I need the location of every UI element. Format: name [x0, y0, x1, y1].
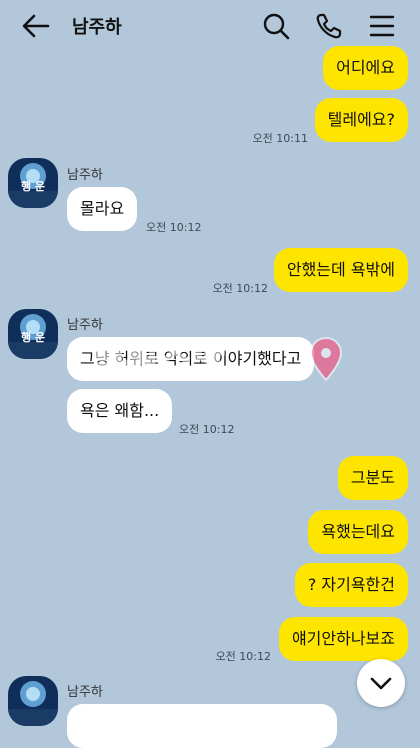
- message-timestamp: 오전 10:12: [146, 221, 202, 234]
- my-message-bubble[interactable]: 욕했는데요: [308, 510, 408, 554]
- their-message-bubble[interactable]: 욕은 왜함...: [67, 389, 173, 433]
- chevron-down-icon: [370, 677, 392, 690]
- scroll-to-bottom-button[interactable]: [357, 659, 405, 707]
- my-message-bubble[interactable]: ? 자기욕한건: [294, 563, 408, 607]
- sender-name: 남주하: [67, 318, 103, 333]
- message-timestamp: 오전 10:12: [179, 423, 235, 436]
- their-message-bubble[interactable]: 그냥 허위로 악의로 이야기했다고: [67, 337, 315, 381]
- chat-header: 남주하: [0, 0, 420, 52]
- avatar[interactable]: 행 운: [8, 158, 58, 208]
- my-message-bubble[interactable]: 얘기안하나보죠: [278, 617, 408, 661]
- message-timestamp: 오전 10:12: [212, 282, 268, 295]
- svg-text:행 운: 행 운: [21, 330, 45, 344]
- chat-title[interactable]: 남주하: [72, 13, 122, 39]
- my-message-bubble[interactable]: 어디에요: [323, 46, 408, 90]
- their-message-bubble[interactable]: [67, 704, 337, 748]
- their-message-bubble[interactable]: 몰라요: [67, 187, 138, 231]
- arrow-left-icon[interactable]: [20, 12, 52, 40]
- my-message-bubble[interactable]: 안했는데 욕밖에: [273, 248, 408, 292]
- sender-name: 남주하: [67, 685, 103, 700]
- my-message-bubble[interactable]: 그분도: [337, 456, 408, 500]
- avatar[interactable]: 행 운: [8, 309, 58, 359]
- sender-name: 남주하: [67, 168, 103, 183]
- my-message-bubble[interactable]: 텔레에요?: [314, 98, 408, 142]
- search-icon[interactable]: [262, 12, 290, 40]
- avatar[interactable]: [8, 676, 58, 726]
- phone-icon[interactable]: [315, 12, 343, 40]
- svg-text:행 운: 행 운: [21, 179, 45, 193]
- menu-icon[interactable]: [368, 12, 396, 40]
- message-timestamp: 오전 10:12: [215, 650, 271, 663]
- message-timestamp: 오전 10:11: [252, 132, 308, 145]
